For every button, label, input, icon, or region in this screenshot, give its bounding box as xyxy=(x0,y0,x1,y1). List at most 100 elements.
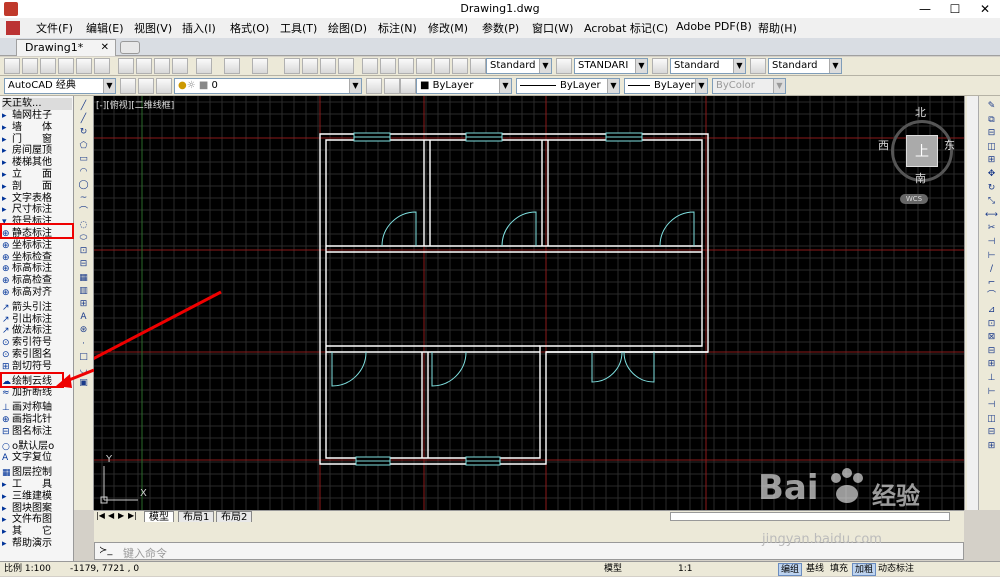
modify-tool-icon[interactable]: ⊥ xyxy=(985,372,998,385)
dim-style-select[interactable]: STANDARI ▼ xyxy=(574,58,648,74)
tab-nav-last-icon[interactable]: ▶| xyxy=(128,511,137,520)
modify-tool-icon[interactable]: ◫ xyxy=(985,413,998,426)
toggle-group[interactable]: 编组 xyxy=(778,563,803,576)
make-current-layer-icon[interactable] xyxy=(366,78,382,94)
menu-dimension[interactable]: 标注(N) xyxy=(378,20,417,36)
workspace-toggle-icon[interactable] xyxy=(138,78,154,94)
modify-tool-icon[interactable]: ⊣ xyxy=(985,236,998,249)
zoom-previous-icon[interactable] xyxy=(338,58,354,74)
text-style-select[interactable]: Standard ▼ xyxy=(486,58,552,74)
table-style-icon[interactable] xyxy=(652,58,668,74)
design-center-icon[interactable] xyxy=(380,58,396,74)
modify-tool-icon[interactable]: ⊢ xyxy=(985,250,998,263)
menu-item[interactable]: ▸ 三维建模 xyxy=(2,491,52,503)
redo-icon[interactable] xyxy=(252,58,268,74)
command-input[interactable]: 键入命令 xyxy=(123,545,167,561)
dim-style-icon[interactable] xyxy=(556,58,572,74)
zoom-realtime-icon[interactable] xyxy=(302,58,318,74)
linetype-select[interactable]: ByLayer ▼ xyxy=(516,78,620,94)
drawing-canvas[interactable]: [-][俯视][二维线框] Y X 上 北 南 西 东 WCS Bai 经验 xyxy=(94,96,964,510)
menu-item[interactable]: ▦图层控制 xyxy=(2,467,52,479)
modify-tool-icon[interactable]: ⊟ xyxy=(985,426,998,439)
minimize-button[interactable]: — xyxy=(910,0,940,18)
table-style-select[interactable]: Standard ▼ xyxy=(670,58,746,74)
layer-state-icon[interactable] xyxy=(400,78,416,94)
toggle-fill[interactable]: 填充 xyxy=(830,563,848,576)
publish-icon[interactable] xyxy=(94,58,110,74)
menu-file[interactable]: 文件(F) xyxy=(36,20,73,36)
text-style-icon[interactable] xyxy=(470,58,486,74)
modify-tool-icon[interactable]: ⊞ xyxy=(985,154,998,167)
modify-tool-icon[interactable]: ⊡ xyxy=(985,318,998,331)
drawing-tab[interactable]: Drawing1* ✕ xyxy=(16,39,116,56)
modify-tool-icon[interactable]: ⊣ xyxy=(985,399,998,412)
menu-window[interactable]: 窗口(W) xyxy=(532,20,573,36)
close-button[interactable]: ✕ xyxy=(970,0,1000,18)
workspace-select[interactable]: AutoCAD 经典 ▼ xyxy=(4,78,116,94)
modify-tool-icon[interactable]: ✥ xyxy=(985,168,998,181)
menu-item[interactable]: ⊥ 画对称轴 xyxy=(2,402,52,414)
menu-item[interactable]: ▸ 其 它 xyxy=(2,526,52,538)
tab-nav-prev-icon[interactable]: ◀ xyxy=(108,511,114,520)
modify-tool-icon[interactable]: ⟷ xyxy=(985,209,998,222)
modify-tool-icon[interactable]: ⊠ xyxy=(985,331,998,344)
open-icon[interactable] xyxy=(22,58,38,74)
menu-item[interactable]: ○ o默认层o xyxy=(2,441,54,453)
close-tab-icon[interactable]: ✕ xyxy=(101,40,109,55)
modify-tool-icon[interactable]: ⊞ xyxy=(985,440,998,453)
modify-tool-icon[interactable]: ⊟ xyxy=(985,345,998,358)
menu-view[interactable]: 视图(V) xyxy=(134,20,172,36)
match-properties-icon[interactable] xyxy=(172,58,188,74)
modify-tool-icon[interactable]: ✂ xyxy=(985,222,998,235)
horizontal-scrollbar[interactable] xyxy=(670,512,950,521)
menu-edit[interactable]: 编辑(E) xyxy=(86,20,124,36)
color-select[interactable]: ■ ByLayer ▼ xyxy=(416,78,512,94)
maximize-button[interactable]: ☐ xyxy=(940,0,970,18)
menu-adobe-pdf[interactable]: Adobe PDF(B) xyxy=(676,20,752,33)
lineweight-select[interactable]: ByLayer ▼ xyxy=(624,78,708,94)
modify-tool-icon[interactable]: ⤡ xyxy=(985,195,998,208)
paste-icon[interactable] xyxy=(154,58,170,74)
layer-select[interactable]: ●☼ ■ 0 ▼ xyxy=(174,78,362,94)
toggle-bold[interactable]: 加粗 xyxy=(852,563,877,576)
menu-item[interactable]: A 文字复位 xyxy=(2,452,52,464)
preview-icon[interactable] xyxy=(76,58,92,74)
copy-icon[interactable] xyxy=(136,58,152,74)
modify-tool-icon[interactable]: ◫ xyxy=(985,141,998,154)
modify-tool-icon[interactable]: ⊿ xyxy=(985,304,998,317)
drawing-scale[interactable]: 比例 1:100 xyxy=(4,563,51,576)
modify-tool-icon[interactable]: ⌒ xyxy=(985,290,998,303)
menu-params[interactable]: 参数(P) xyxy=(482,20,519,36)
menu-draw[interactable]: 绘图(D) xyxy=(328,20,367,36)
menu-format[interactable]: 格式(O) xyxy=(230,20,269,36)
menu-item[interactable]: ⊕ 画指北针 xyxy=(2,414,52,426)
cut-icon[interactable] xyxy=(118,58,134,74)
modify-tool-icon[interactable]: ⊢ xyxy=(985,386,998,399)
menu-item[interactable]: ▸ 文件布图 xyxy=(2,514,52,526)
sheet-set-icon[interactable] xyxy=(416,58,432,74)
modify-tool-icon[interactable]: ✎ xyxy=(985,100,998,113)
layer-previous-icon[interactable] xyxy=(384,78,400,94)
menu-help[interactable]: 帮助(H) xyxy=(758,20,797,36)
menu-item[interactable]: ▸ 图块图案 xyxy=(2,503,52,515)
modify-tool-icon[interactable]: ⊞ xyxy=(985,358,998,371)
new-icon[interactable] xyxy=(4,58,20,74)
tab-nav-first-icon[interactable]: |◀ xyxy=(96,511,105,520)
menu-item[interactable]: ▸ 工 具 xyxy=(2,479,52,491)
menu-app-icon[interactable] xyxy=(6,21,20,35)
multileader-style-icon[interactable] xyxy=(750,58,766,74)
workspace-settings-icon[interactable] xyxy=(120,78,136,94)
properties-icon[interactable] xyxy=(362,58,378,74)
print-icon[interactable] xyxy=(58,58,74,74)
tool-palettes-icon[interactable] xyxy=(398,58,414,74)
block-editor-icon[interactable] xyxy=(196,58,212,74)
calculator-icon[interactable] xyxy=(452,58,468,74)
zoom-window-icon[interactable] xyxy=(320,58,336,74)
toggle-baseline[interactable]: 基线 xyxy=(806,563,824,576)
undo-icon[interactable] xyxy=(224,58,240,74)
multileader-style-select[interactable]: Standard ▼ xyxy=(768,58,842,74)
menu-tools[interactable]: 工具(T) xyxy=(280,20,317,36)
layer-properties-icon[interactable] xyxy=(156,78,172,94)
markup-icon[interactable] xyxy=(434,58,450,74)
modify-tool-icon[interactable]: ⧉ xyxy=(985,114,998,127)
